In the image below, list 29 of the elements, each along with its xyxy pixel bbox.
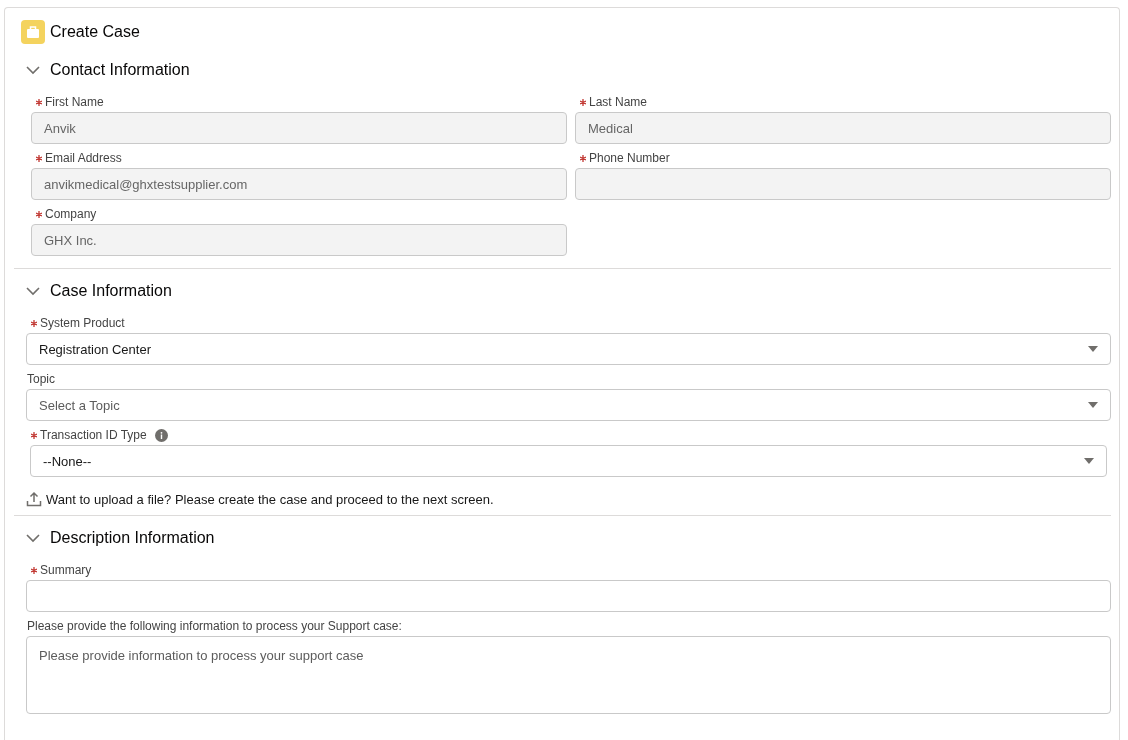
field-label: System Product: [40, 316, 125, 330]
field-label: Summary: [40, 563, 92, 577]
caret-icon: [1088, 346, 1098, 352]
dropdown-field[interactable]: Registration Center: [26, 333, 1111, 365]
chevron-icon[interactable]: [26, 284, 40, 298]
briefcase-icon: [21, 20, 45, 44]
field-label: Transaction ID Type: [40, 428, 147, 442]
section-title: Case Information: [50, 282, 172, 300]
section-title: Contact Information: [50, 61, 190, 79]
upload-note: Want to upload a file? Please create the case and proceed to the next screen.: [46, 491, 494, 507]
upload-icon: [26, 491, 42, 507]
caret-icon: [1088, 402, 1098, 408]
field-label: Last Name: [589, 95, 648, 109]
dropdown-field[interactable]: Select a Topic: [26, 389, 1111, 421]
field-label: Topic: [27, 372, 55, 386]
field-label: First Name: [45, 95, 104, 109]
input-field[interactable]: [26, 580, 1111, 612]
text-area[interactable]: Please provide information to process your support case: [26, 636, 1111, 714]
field-label: Please provide the following information to process your Support case:: [27, 619, 402, 633]
field-label: Company: [45, 207, 97, 221]
caret-icon: [1084, 458, 1094, 464]
field-label: Email Address: [45, 151, 122, 165]
dropdown-field[interactable]: --None--: [30, 445, 1107, 477]
chevron-icon[interactable]: [26, 531, 40, 545]
section-title: Description Information: [50, 529, 215, 547]
field-label: Phone Number: [589, 151, 670, 165]
info-icon[interactable]: [154, 428, 168, 442]
card-title: Create Case: [50, 23, 140, 41]
chevron-icon[interactable]: [26, 63, 40, 77]
